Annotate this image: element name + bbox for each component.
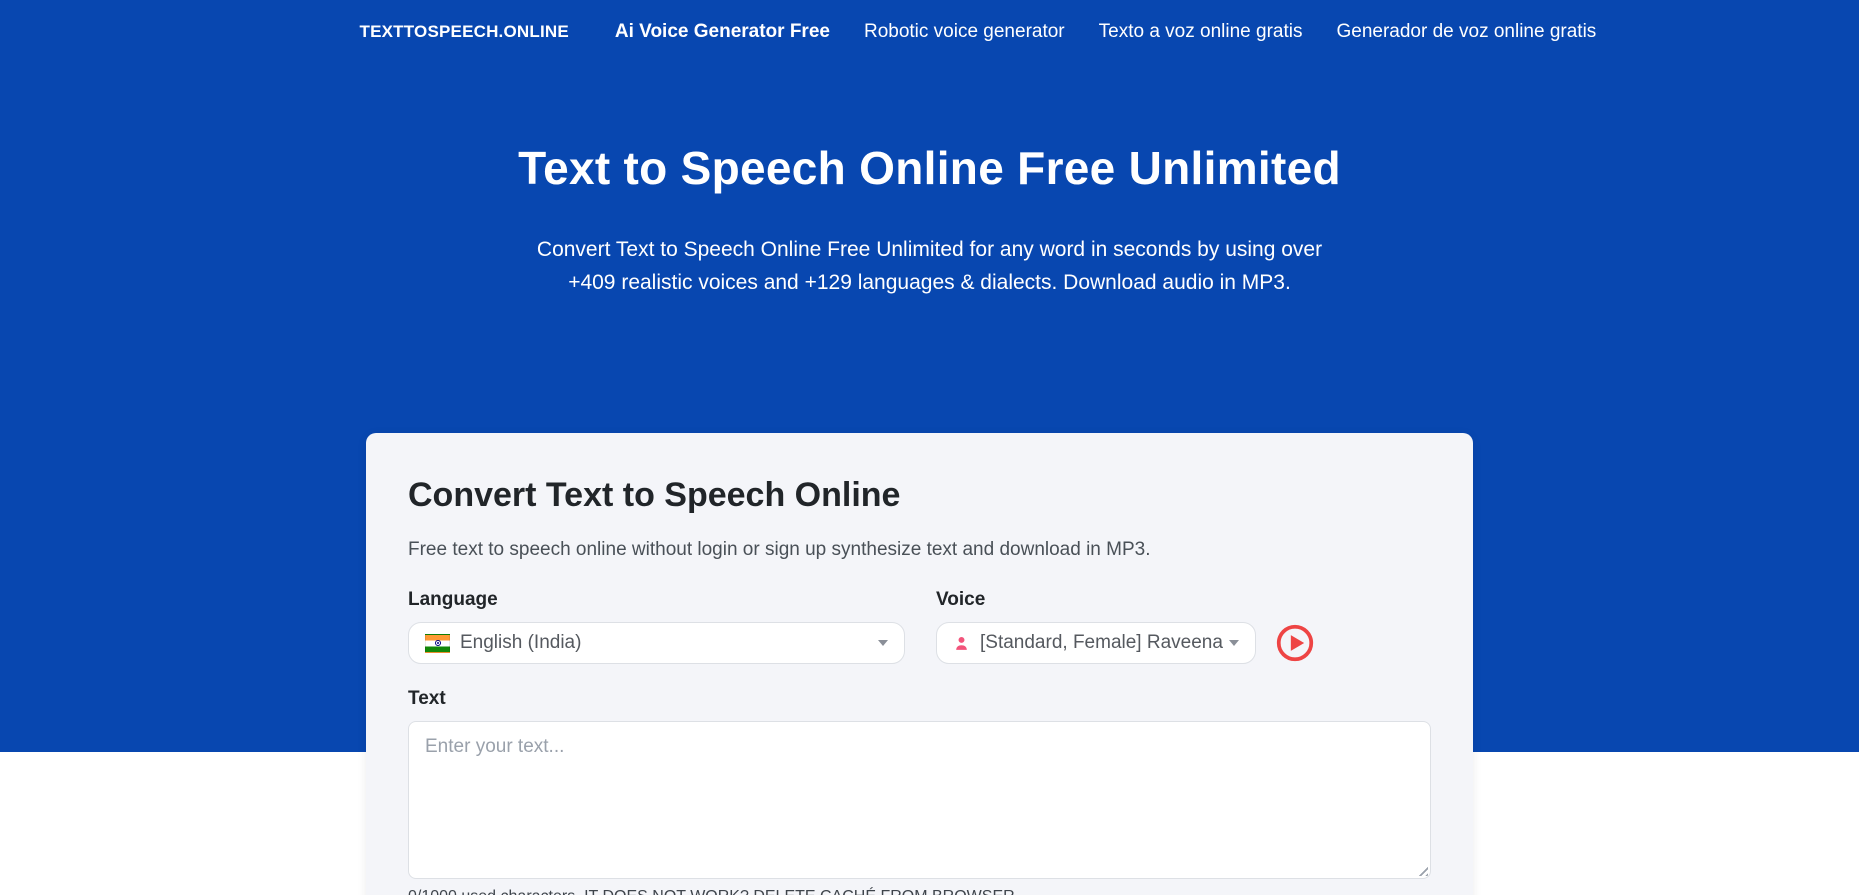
converter-description: Free text to speech online without login… bbox=[408, 539, 1151, 560]
nav-links: Ai Voice Generator Free Robotic voice ge… bbox=[615, 21, 1596, 43]
selects-row: Language English (India) Voice [Standard… bbox=[408, 589, 1431, 664]
play-voice-button[interactable] bbox=[1275, 623, 1315, 663]
chevron-down-icon bbox=[878, 640, 888, 646]
text-field: Text 0/1000 used characters. IT DOES NOT… bbox=[408, 688, 1431, 895]
converter-heading: Convert Text to Speech Online bbox=[408, 476, 901, 514]
navbar: TEXTTOSPEECH.ONLINE Ai Voice Generator F… bbox=[360, 0, 1597, 43]
language-label: Language bbox=[408, 589, 498, 610]
chevron-down-icon bbox=[1229, 640, 1239, 646]
female-voice-icon bbox=[953, 635, 970, 652]
nav-link-ai-voice-generator[interactable]: Ai Voice Generator Free bbox=[615, 21, 830, 43]
voice-label: Voice bbox=[936, 589, 986, 610]
character-counter: 0/1000 used characters. IT DOES NOT WORK… bbox=[408, 888, 1431, 895]
nav-link-generador-de-voz[interactable]: Generador de voz online gratis bbox=[1336, 21, 1596, 43]
voice-selected-value: [Standard, Female] Raveena bbox=[980, 632, 1223, 653]
language-field: Language English (India) bbox=[408, 589, 905, 664]
voice-select[interactable]: [Standard, Female] Raveena bbox=[936, 622, 1256, 664]
text-label: Text bbox=[408, 688, 446, 709]
subtitle-line-1: Convert Text to Speech Online Free Unlim… bbox=[536, 238, 1323, 261]
subtitle-line-2: +409 realistic voices and +129 languages… bbox=[568, 271, 1291, 294]
brand-logo[interactable]: TEXTTOSPEECH.ONLINE bbox=[360, 22, 569, 42]
nav-link-texto-a-voz[interactable]: Texto a voz online gratis bbox=[1099, 21, 1303, 43]
text-input[interactable] bbox=[408, 721, 1431, 879]
play-icon bbox=[1275, 623, 1315, 663]
language-selected-value: English (India) bbox=[460, 632, 582, 653]
converter-card: Convert Text to Speech Online Free text … bbox=[366, 433, 1473, 895]
india-flag-icon bbox=[425, 633, 450, 653]
nav-link-robotic-voice[interactable]: Robotic voice generator bbox=[864, 21, 1065, 43]
page-title: Text to Speech Online Free Unlimited bbox=[518, 142, 1341, 194]
language-select[interactable]: English (India) bbox=[408, 622, 905, 664]
voice-field: Voice [Standard, Female] Raveena bbox=[936, 589, 1431, 664]
page-subtitle: Convert Text to Speech Online Free Unlim… bbox=[0, 233, 1859, 299]
